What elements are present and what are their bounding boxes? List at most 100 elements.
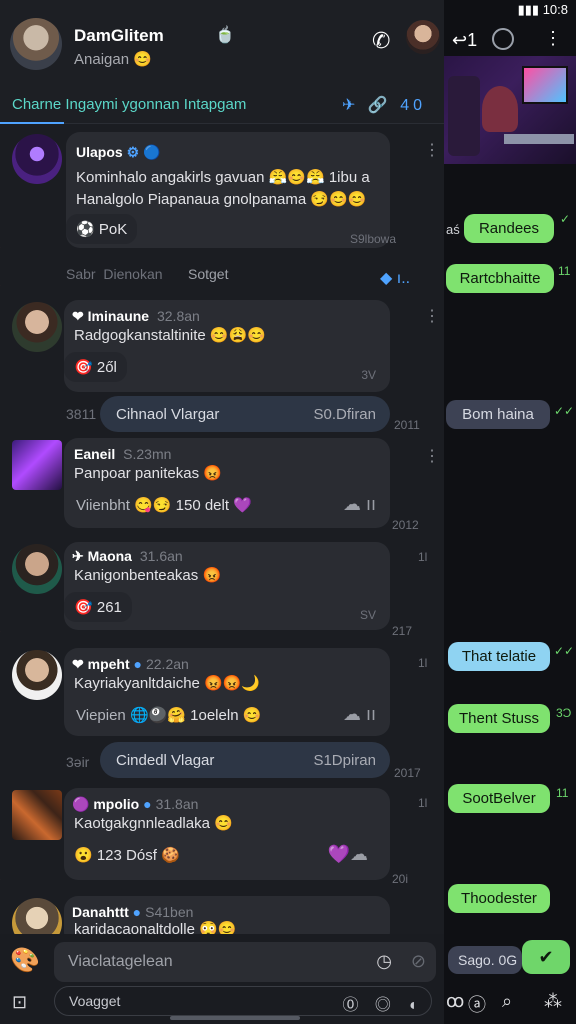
more-icon[interactable]: ⋮ [424,306,440,326]
side-label: aś [446,222,460,237]
message-line: Kominhalo angakirls gavuan 😤😊😤 1ibu a [76,169,370,186]
outgoing-bubble[interactable]: That telatie [448,642,550,671]
avatar[interactable] [12,302,62,352]
footer-emoji: 😋😏 [134,497,172,514]
message-time: 20i [392,872,409,886]
message-input-placeholder: Viaclatagelean [68,953,173,970]
forward-icon[interactable]: 💜☁ [328,844,368,865]
message-time: 31.6an [139,548,183,564]
message-line: Radgogkanstaltinite 😊😩😊 [74,327,266,344]
input-actions[interactable]: ⓪ ◎ ◖ [342,991,423,1015]
footer-text: 150 delt [175,497,230,514]
status-emoji: 🍵 [215,27,235,44]
clock-icon[interactable]: ◷ [376,951,392,972]
avatar[interactable] [12,440,62,490]
footer-label: Viepien [76,707,126,724]
message-side-mark: 1l [418,796,428,810]
pill-duration: S1Dpiran [313,752,376,769]
reaction-chip[interactable]: 🎯 261 [64,592,132,622]
menu-icon[interactable]: ⋮ [544,28,562,49]
divider-action[interactable]: Sotget [188,266,228,282]
message-line: Kaotgakgnnleadlaka 😊 [74,815,233,832]
sender-label: Eaneil [74,446,116,462]
message-time: S41ben [145,904,194,920]
message-bubble[interactable]: ✈ Maona 31.6an Kanigonbenteakas 😡 🎯 261 … [64,542,390,630]
chevron-right-icon: › [0,238,1,254]
settings-icon[interactable] [492,28,514,50]
send-icon[interactable]: ◆ ı.. [380,268,410,288]
attach-icon[interactable]: ⊡ [12,992,27,1013]
sender-name: Ulapos ⚙ 🔵 [76,144,160,161]
divider-prefix: 3əir [66,754,90,770]
grid-icon[interactable]: ⁂ [544,991,562,1012]
pill-duration: S0.Dfiran [313,406,376,423]
phone-icon[interactable]: ✆ [372,28,390,54]
outgoing-bubble[interactable]: Thoodester [448,884,550,913]
forward-icon[interactable]: ☁ ıı [343,704,376,725]
side-label: 11 [558,264,571,278]
contact-name[interactable]: DamGlitem [74,26,164,46]
voice-call-pill[interactable]: Cindedl Vlagar S1Dpiran [100,742,390,778]
message-time: 2012 [392,518,419,532]
sender-name: Danahttt ● S41ben [72,904,194,920]
secondary-input[interactable]: Voagget ⓪ ◎ ◖ [54,986,432,1016]
mic-icon[interactable]: ⊘ [411,951,426,972]
contact-avatar[interactable] [10,18,62,70]
pill-label: Cindedl Vlagar [116,752,215,769]
avatar[interactable] [12,134,62,184]
outgoing-bubble[interactable]: Thent Stuss [448,704,550,733]
message-bubble[interactable]: 🟣 mpolio ● 31.8an Kaotgakgnnleadlaka 😊 😮 … [64,788,390,880]
divider-date: Dienokan [103,266,163,282]
reaction-chip[interactable]: 🎯 2ől [64,352,127,382]
back-arrow-icon[interactable]: ↩1 [452,30,477,51]
incoming-bubble[interactable]: Bom haina [446,400,550,429]
secondary-contact-avatar[interactable] [406,20,440,54]
sender-name: Eaneil S.23mn [74,446,171,462]
message-bubble[interactable]: Eaneil S.23mn Panpoar panitekas 😡 Viienb… [64,438,390,528]
keyboard [504,134,574,144]
read-check-icon: ✓✓ [554,404,575,418]
divider-prefix: Sabr [66,266,96,282]
outgoing-bubble[interactable]: SootBelver [448,784,550,813]
sender-label: Ulapos [76,144,123,160]
more-icon[interactable]: ⋮ [424,446,440,466]
message-time: 217 [392,624,413,638]
message-bubble[interactable]: Ulapos ⚙ 🔵 Kominhalo angakirls gavuan 😤😊… [66,132,396,248]
outgoing-bubble[interactable]: Rartcbhaitte [446,264,554,293]
voice-call-pill[interactable]: Cihnaol Vlargar S0.Dfiran [100,396,390,432]
more-icon[interactable]: ⋮ [424,140,440,160]
date-divider-label: Sabr Dienokan [66,266,163,282]
forward-icon[interactable]: ☁ ıı [343,494,376,515]
gamer-figure [482,86,518,132]
reaction-count: 2ől [96,359,117,376]
message-corner: 3V [361,368,376,382]
message-bubble[interactable]: ❤ mpeht ● 22.2an Kayriakyanltdaiche 😡😡🌙 V… [64,648,390,736]
channel-description[interactable]: Charne Ingaymi ygonnan Intapgam [12,96,246,113]
active-tab-indicator [0,122,64,124]
info-icon[interactable]: ⓐ [468,991,486,1017]
message-line: Kanigonbenteakas 😡 [74,567,222,584]
message-bubble[interactable]: ❤ Iminaune 32.8an Radgogkanstaltinite 😊😩… [64,300,390,392]
sender-label: Iminaune [87,308,150,324]
read-check-icon: ✓✓ [554,644,575,658]
nav-icon[interactable]: ꝏ [446,991,464,1012]
reaction-chip[interactable]: ⚽ PoK [66,214,138,244]
message-time: 31.8an [155,796,199,812]
subbar-actions[interactable]: ✈ 🔗 40 [342,95,426,115]
message-time: 22.2an [145,656,189,672]
avatar[interactable] [12,790,62,840]
pill-label: Cihnaol Vlargar [116,406,220,423]
message-line: Kayriakyanltdaiche 😡😡🌙 [74,675,261,692]
incoming-bubble[interactable]: Sago. 0G [448,946,522,974]
search-icon[interactable]: ⌕ [502,991,512,1012]
footer-label: Viienbht [76,497,130,514]
message-input[interactable]: Viaclatagelean ◷ ⊘ [54,942,436,982]
avatar[interactable] [12,650,62,700]
avatar[interactable] [12,544,62,594]
sticker-icon[interactable]: 🎨 [10,946,40,975]
sender-label: mpeht [87,656,130,672]
bottom-nav: ꝏ ⓐ ⌕ ⁂ [444,985,576,1024]
outgoing-bubble[interactable]: Randees [464,214,554,243]
message-side-mark: 1l [418,550,428,564]
send-button[interactable]: ✔ [522,940,570,974]
